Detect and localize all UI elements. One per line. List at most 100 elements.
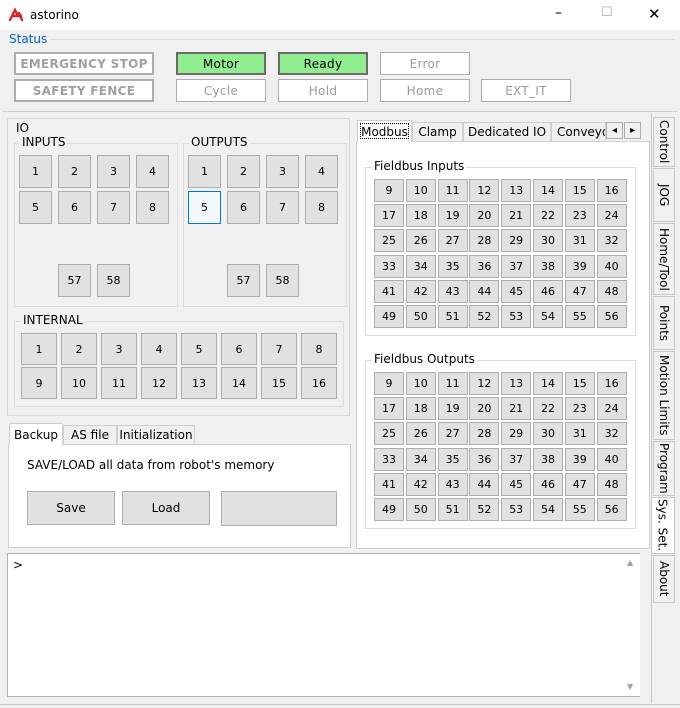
tab-backup[interactable]: Backup: [9, 423, 63, 445]
fieldbus-outputs-button-24[interactable]: 24: [596, 397, 627, 421]
fieldbus-outputs-button-30[interactable]: 30: [533, 422, 563, 446]
fieldbus-outputs-button-55[interactable]: 55: [564, 498, 595, 521]
outputs-button-8[interactable]: 8: [305, 191, 338, 224]
safety-fence-indicator[interactable]: SAFETY FENCE: [14, 79, 154, 102]
fieldbus-inputs-button-54[interactable]: 54: [533, 305, 563, 328]
fieldbus-inputs-button-17[interactable]: 17: [374, 204, 404, 228]
tab-modbus[interactable]: Modbus: [357, 120, 412, 142]
fieldbus-inputs-button-55[interactable]: 55: [564, 305, 595, 328]
fieldbus-inputs-button-14[interactable]: 14: [533, 179, 563, 202]
outputs-button-7[interactable]: 7: [266, 191, 299, 224]
internal-button-10[interactable]: 10: [61, 367, 97, 399]
fieldbus-outputs-button-12[interactable]: 12: [469, 372, 500, 395]
fieldbus-outputs-button-25[interactable]: 25: [374, 422, 404, 446]
fieldbus-inputs-button-27[interactable]: 27: [437, 229, 468, 253]
internal-button-14[interactable]: 14: [221, 367, 257, 399]
fieldbus-outputs-button-14[interactable]: 14: [533, 372, 563, 395]
fieldbus-inputs-button-39[interactable]: 39: [564, 254, 595, 278]
side-tab-home-tool[interactable]: Home/Tool: [653, 223, 675, 295]
fieldbus-outputs-button-29[interactable]: 29: [501, 422, 532, 446]
internal-button-5[interactable]: 5: [181, 333, 217, 365]
fieldbus-inputs-button-31[interactable]: 31: [564, 229, 595, 253]
internal-button-4[interactable]: 4: [141, 333, 177, 365]
internal-button-2[interactable]: 2: [61, 333, 97, 365]
ready-indicator[interactable]: Ready: [278, 52, 368, 75]
fieldbus-inputs-button-48[interactable]: 48: [596, 279, 627, 303]
fieldbus-inputs-button-51[interactable]: 51: [437, 305, 468, 328]
console-output[interactable]: > ▲ ▼: [7, 553, 640, 697]
tab-scroll-left-button[interactable]: ◂: [606, 122, 623, 139]
fieldbus-outputs-button-50[interactable]: 50: [405, 498, 436, 521]
fieldbus-inputs-button-34[interactable]: 34: [405, 254, 436, 278]
fieldbus-inputs-button-25[interactable]: 25: [374, 229, 404, 253]
side-tab-jog[interactable]: JOG: [653, 168, 675, 222]
fieldbus-outputs-button-46[interactable]: 46: [533, 472, 563, 496]
outputs-button-58[interactable]: 58: [266, 264, 299, 297]
fieldbus-outputs-button-13[interactable]: 13: [501, 372, 532, 395]
cycle-indicator[interactable]: Cycle: [176, 79, 266, 102]
hold-indicator[interactable]: Hold: [278, 79, 368, 102]
inputs-button-2[interactable]: 2: [58, 155, 91, 188]
tab-initialization[interactable]: Initialization: [117, 425, 195, 445]
fieldbus-outputs-button-38[interactable]: 38: [533, 447, 563, 471]
fieldbus-inputs-button-42[interactable]: 42: [405, 279, 436, 303]
side-tab-about[interactable]: About: [653, 555, 675, 603]
fieldbus-inputs-button-56[interactable]: 56: [596, 305, 627, 328]
fieldbus-inputs-button-16[interactable]: 16: [596, 179, 627, 202]
fieldbus-outputs-button-54[interactable]: 54: [533, 498, 563, 521]
fieldbus-outputs-button-21[interactable]: 21: [501, 397, 532, 421]
outputs-button-6[interactable]: 6: [227, 191, 260, 224]
fieldbus-outputs-button-47[interactable]: 47: [564, 472, 595, 496]
fieldbus-outputs-button-10[interactable]: 10: [405, 372, 436, 395]
load-button[interactable]: Load: [122, 491, 210, 525]
fieldbus-outputs-button-36[interactable]: 36: [469, 447, 500, 471]
fieldbus-inputs-button-20[interactable]: 20: [469, 204, 500, 228]
fieldbus-inputs-button-21[interactable]: 21: [501, 204, 532, 228]
fieldbus-inputs-button-22[interactable]: 22: [533, 204, 563, 228]
fieldbus-outputs-button-26[interactable]: 26: [405, 422, 436, 446]
internal-button-11[interactable]: 11: [101, 367, 137, 399]
fieldbus-outputs-button-18[interactable]: 18: [405, 397, 436, 421]
fieldbus-outputs-button-22[interactable]: 22: [533, 397, 563, 421]
internal-button-16[interactable]: 16: [301, 367, 337, 399]
outputs-button-1[interactable]: 1: [188, 155, 221, 188]
fieldbus-outputs-button-15[interactable]: 15: [564, 372, 595, 395]
tab-as-file[interactable]: AS file: [63, 425, 117, 445]
fieldbus-outputs-button-32[interactable]: 32: [596, 422, 627, 446]
fieldbus-inputs-button-52[interactable]: 52: [469, 305, 500, 328]
fieldbus-inputs-button-53[interactable]: 53: [501, 305, 532, 328]
fieldbus-inputs-button-35[interactable]: 35: [437, 254, 468, 278]
fieldbus-outputs-button-34[interactable]: 34: [405, 447, 436, 471]
fieldbus-outputs-button-33[interactable]: 33: [374, 447, 404, 471]
internal-button-7[interactable]: 7: [261, 333, 297, 365]
emergency-stop-indicator[interactable]: EMERGENCY STOP: [14, 52, 154, 75]
fieldbus-inputs-button-24[interactable]: 24: [596, 204, 627, 228]
scroll-up-arrow-icon[interactable]: ▲: [627, 558, 633, 567]
internal-button-3[interactable]: 3: [101, 333, 137, 365]
fieldbus-outputs-button-28[interactable]: 28: [469, 422, 500, 446]
inputs-button-7[interactable]: 7: [97, 191, 130, 224]
fieldbus-inputs-button-38[interactable]: 38: [533, 254, 563, 278]
fieldbus-outputs-button-9[interactable]: 9: [374, 372, 404, 395]
fieldbus-inputs-button-26[interactable]: 26: [405, 229, 436, 253]
tab-conveyor[interactable]: Conveyo: [551, 122, 606, 142]
fieldbus-outputs-button-52[interactable]: 52: [469, 498, 500, 521]
inputs-button-3[interactable]: 3: [97, 155, 130, 188]
fieldbus-inputs-button-12[interactable]: 12: [469, 179, 500, 202]
motor-indicator[interactable]: Motor: [176, 52, 266, 75]
fieldbus-outputs-button-23[interactable]: 23: [564, 397, 595, 421]
internal-button-1[interactable]: 1: [21, 333, 57, 365]
save-button[interactable]: Save: [27, 491, 115, 525]
empty-button[interactable]: [221, 491, 337, 526]
fieldbus-inputs-button-44[interactable]: 44: [469, 279, 500, 303]
error-indicator[interactable]: Error: [380, 52, 470, 75]
internal-button-6[interactable]: 6: [221, 333, 257, 365]
scroll-down-arrow-icon[interactable]: ▼: [627, 682, 633, 691]
fieldbus-inputs-button-47[interactable]: 47: [564, 279, 595, 303]
fieldbus-outputs-button-44[interactable]: 44: [469, 472, 500, 496]
fieldbus-outputs-button-37[interactable]: 37: [501, 447, 532, 471]
ext-it-indicator[interactable]: EXT_IT: [481, 79, 571, 102]
outputs-button-5[interactable]: 5: [188, 191, 221, 224]
fieldbus-outputs-button-35[interactable]: 35: [437, 447, 468, 471]
tab-clamp[interactable]: Clamp: [412, 122, 463, 142]
